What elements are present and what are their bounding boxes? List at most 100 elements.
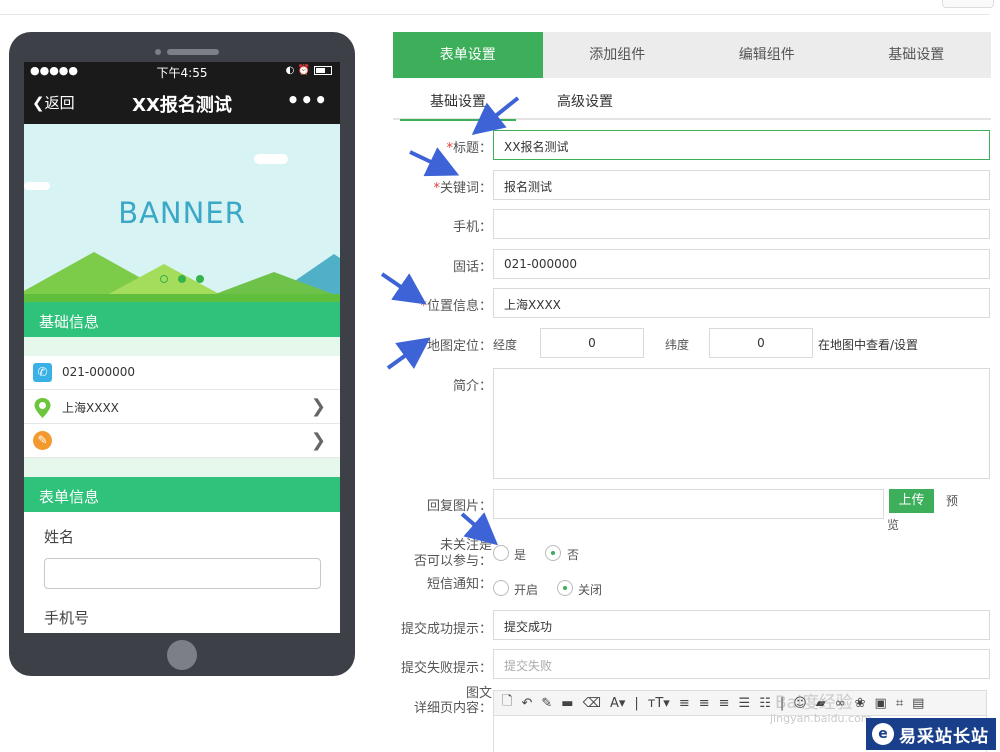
watermark-url: jingyan.baidu.com bbox=[770, 712, 872, 725]
more-icon[interactable]: ••• bbox=[287, 88, 328, 112]
location-row[interactable]: 上海XXXX ❯ bbox=[24, 390, 340, 424]
align-left-icon[interactable]: ≡ bbox=[679, 696, 690, 711]
watermark-top: Bai度经验 bbox=[775, 693, 853, 713]
top-divider bbox=[0, 14, 990, 15]
upload-button[interactable]: 上传 bbox=[889, 489, 934, 513]
arrow-to-title bbox=[471, 96, 520, 135]
logo-text: 易采站长站 bbox=[899, 726, 989, 747]
ordered-list-icon[interactable]: ☰ bbox=[739, 696, 751, 711]
arrow-to-keyword bbox=[409, 147, 460, 177]
editor-toolbar: 🗋 ↶ ✎ ▬ ⌫ A▾ | ᴛT▾ ≡ ≡ ≡ ☰ ☷ | ☺ ▰ ∞ ❀ ▣… bbox=[493, 690, 987, 716]
subtab-advanced[interactable]: 高级设置 bbox=[557, 91, 613, 111]
eraser-icon[interactable]: ⌫ bbox=[583, 696, 601, 711]
arrow-to-location bbox=[380, 272, 427, 305]
detail-label: 图文 详细页内容： bbox=[413, 686, 492, 716]
logo-icon: e bbox=[872, 723, 894, 745]
unfollow-no-label: 否 bbox=[567, 548, 580, 562]
pencil-icon: ✎ bbox=[33, 431, 52, 450]
latitude-label: 纬度 bbox=[665, 338, 690, 352]
preview-link[interactable]: 预 bbox=[946, 492, 958, 509]
alarm-icon: ◐ ⏰ bbox=[285, 65, 310, 76]
sms-on-radio[interactable] bbox=[493, 580, 509, 596]
phone-speaker bbox=[167, 49, 219, 55]
tab-add-component[interactable]: 添加组件 bbox=[543, 32, 693, 78]
home-button[interactable] bbox=[167, 640, 197, 670]
mobile-input[interactable] bbox=[493, 209, 990, 239]
phone-screen: ●●●●● 下午4:55 ◐ ⏰ ❮返回 XX报名测试 ••• BANNER 基… bbox=[24, 62, 340, 633]
location-text: 上海XXXX bbox=[62, 401, 119, 415]
location-pin-icon bbox=[33, 397, 52, 418]
main-tabs: 表单设置 添加组件 编辑组件 基础设置 bbox=[393, 32, 991, 78]
font-size-icon[interactable]: ᴛT▾ bbox=[648, 696, 670, 711]
latitude-input[interactable]: 0 bbox=[709, 328, 813, 358]
table-icon[interactable]: ▤ bbox=[912, 696, 924, 711]
map-icon[interactable]: ❀ bbox=[855, 696, 866, 711]
banner-ground bbox=[24, 294, 340, 302]
phone-camera bbox=[155, 49, 161, 55]
banner: BANNER bbox=[24, 124, 340, 302]
field-phone-label: 手机号 bbox=[44, 609, 90, 627]
reply-image-input[interactable] bbox=[493, 489, 884, 519]
brush-icon[interactable]: ✎ bbox=[541, 696, 552, 711]
sms-off-label: 关闭 bbox=[578, 583, 603, 597]
success-input[interactable]: 提交成功 bbox=[493, 610, 990, 640]
section-gap bbox=[24, 458, 340, 477]
toolbar-divider: | bbox=[634, 695, 639, 711]
annotation-arrows bbox=[380, 96, 520, 370]
location-input[interactable]: 上海XXXX bbox=[493, 288, 990, 318]
highlight-icon[interactable]: ▬ bbox=[561, 696, 573, 711]
chevron-right-icon: ❯ bbox=[310, 430, 326, 451]
pager-dot[interactable] bbox=[160, 275, 168, 283]
keyword-input[interactable]: 报名测试 bbox=[493, 170, 990, 200]
section-basic-info: 基础信息 bbox=[24, 302, 340, 337]
edit-row[interactable]: ✎ ❯ bbox=[24, 424, 340, 458]
sms-off-radio[interactable] bbox=[557, 580, 573, 596]
tab-form-settings[interactable]: 表单设置 bbox=[393, 32, 543, 78]
grid-icon[interactable]: ⌗ bbox=[896, 696, 903, 711]
name-input[interactable] bbox=[44, 558, 321, 589]
site-logo: e 易采站长站 bbox=[866, 718, 996, 750]
phone-status-bar: ●●●●● 下午4:55 ◐ ⏰ bbox=[24, 62, 340, 82]
annotation-arrow-unfollow bbox=[460, 512, 499, 546]
phone-number: 021-000000 bbox=[62, 365, 136, 379]
arrow-to-map bbox=[386, 337, 431, 370]
fail-input[interactable]: 提交失败 bbox=[493, 649, 990, 679]
arrow-to-unfollow bbox=[460, 512, 499, 546]
banner-pager bbox=[24, 272, 340, 287]
cloud-icon bbox=[254, 154, 288, 164]
title-input[interactable]: XX报名测试 bbox=[493, 130, 990, 160]
cloud-icon bbox=[24, 182, 50, 190]
landline-input[interactable]: 021-000000 bbox=[493, 249, 990, 279]
font-color-icon[interactable]: A▾ bbox=[610, 696, 625, 711]
sms-label: 短信通知： bbox=[426, 577, 492, 592]
battery-icon bbox=[314, 66, 332, 75]
pager-dot[interactable] bbox=[196, 275, 204, 283]
align-right-icon[interactable]: ≡ bbox=[719, 696, 730, 711]
source-icon[interactable]: 🗋 bbox=[502, 692, 512, 714]
pager-dot[interactable] bbox=[178, 275, 186, 283]
sms-on-label: 开启 bbox=[514, 583, 539, 597]
banner-text: BANNER bbox=[118, 196, 246, 230]
phone-nav-bar: ❮返回 XX报名测试 ••• bbox=[24, 82, 340, 124]
longitude-input[interactable]: 0 bbox=[540, 328, 644, 358]
fail-label: 提交失败提示： bbox=[400, 661, 492, 676]
status-icons: ◐ ⏰ bbox=[286, 65, 332, 76]
tab-basic-settings[interactable]: 基础设置 bbox=[842, 32, 992, 78]
preview-link-wrap[interactable]: 览 bbox=[887, 516, 899, 533]
map-view-link[interactable]: 在地图中查看/设置 bbox=[818, 336, 918, 353]
unordered-list-icon[interactable]: ☷ bbox=[759, 696, 771, 711]
corner-button[interactable] bbox=[942, 0, 994, 8]
phone-icon: ✆ bbox=[33, 363, 52, 382]
image-icon[interactable]: ▣ bbox=[875, 696, 887, 711]
tab-edit-component[interactable]: 编辑组件 bbox=[692, 32, 842, 78]
unfollow-no-radio[interactable] bbox=[545, 545, 561, 561]
section-gap bbox=[24, 337, 340, 356]
align-center-icon[interactable]: ≡ bbox=[699, 696, 710, 711]
success-label: 提交成功提示： bbox=[400, 622, 492, 637]
intro-textarea[interactable] bbox=[493, 368, 990, 479]
undo-icon[interactable]: ↶ bbox=[521, 696, 532, 711]
field-name-label: 姓名 bbox=[44, 528, 75, 546]
chevron-right-icon: ❯ bbox=[310, 396, 326, 417]
section-form-info: 表单信息 bbox=[24, 477, 340, 512]
phone-row[interactable]: ✆ 021-000000 bbox=[24, 356, 340, 390]
